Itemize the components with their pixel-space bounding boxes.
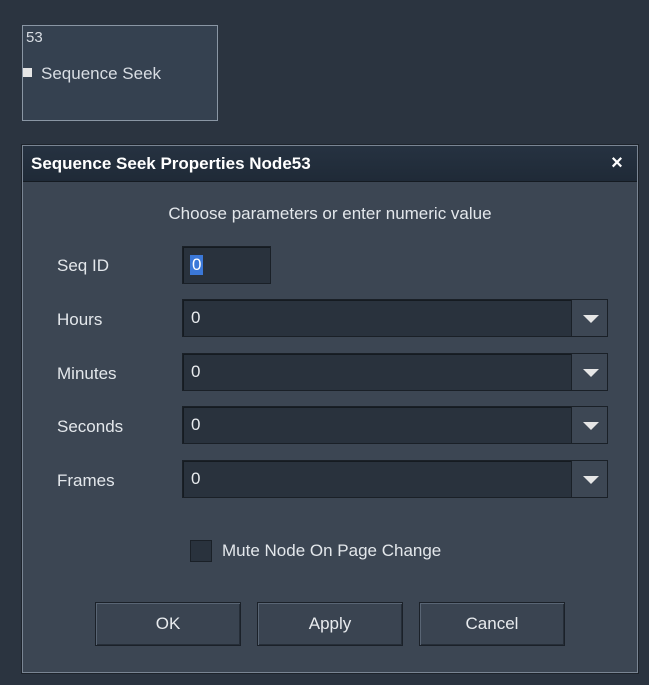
- minutes-value: 0: [191, 362, 201, 381]
- ok-button[interactable]: OK: [95, 602, 241, 646]
- seq-id-input[interactable]: 0: [182, 246, 271, 284]
- frames-value: 0: [191, 469, 201, 488]
- seconds-label: Seconds: [57, 417, 124, 436]
- hours-combo[interactable]: 0: [182, 299, 608, 337]
- chevron-down-icon: [583, 369, 599, 377]
- mute-node-label[interactable]: Mute Node On Page Change: [222, 541, 441, 561]
- frames-combo[interactable]: 0: [182, 460, 608, 498]
- port-icon[interactable]: [23, 68, 32, 77]
- hours-dropdown-button[interactable]: [571, 300, 607, 336]
- properties-dialog: Sequence Seek Properties Node53 × Choose…: [22, 145, 638, 673]
- dialog-titlebar[interactable]: Sequence Seek Properties Node53 ×: [23, 146, 637, 182]
- node-label: Sequence Seek: [41, 64, 162, 83]
- node-number: 53: [26, 29, 43, 46]
- instructions-text: Choose parameters or enter numeric value: [168, 204, 492, 223]
- dialog-title: Sequence Seek Properties Node53: [31, 154, 311, 173]
- close-icon[interactable]: ×: [607, 152, 627, 174]
- seconds-value: 0: [191, 415, 201, 434]
- cancel-button[interactable]: Cancel: [419, 602, 565, 646]
- mute-node-checkbox[interactable]: [190, 540, 212, 562]
- hours-label: Hours: [57, 310, 103, 329]
- hours-value: 0: [191, 308, 201, 327]
- sequence-seek-node[interactable]: 53 Sequence Seek: [22, 25, 218, 121]
- frames-dropdown-button[interactable]: [571, 461, 607, 497]
- frames-label: Frames: [57, 471, 115, 490]
- chevron-down-icon: [583, 422, 599, 430]
- seconds-dropdown-button[interactable]: [571, 407, 607, 443]
- chevron-down-icon: [583, 476, 599, 484]
- minutes-label: Minutes: [57, 364, 117, 383]
- seconds-combo[interactable]: 0: [182, 406, 608, 444]
- apply-button[interactable]: Apply: [257, 602, 403, 646]
- minutes-dropdown-button[interactable]: [571, 354, 607, 390]
- minutes-combo[interactable]: 0: [182, 353, 608, 391]
- seq-id-value: 0: [190, 255, 204, 275]
- chevron-down-icon: [583, 315, 599, 323]
- seq-id-label: Seq ID: [57, 256, 109, 275]
